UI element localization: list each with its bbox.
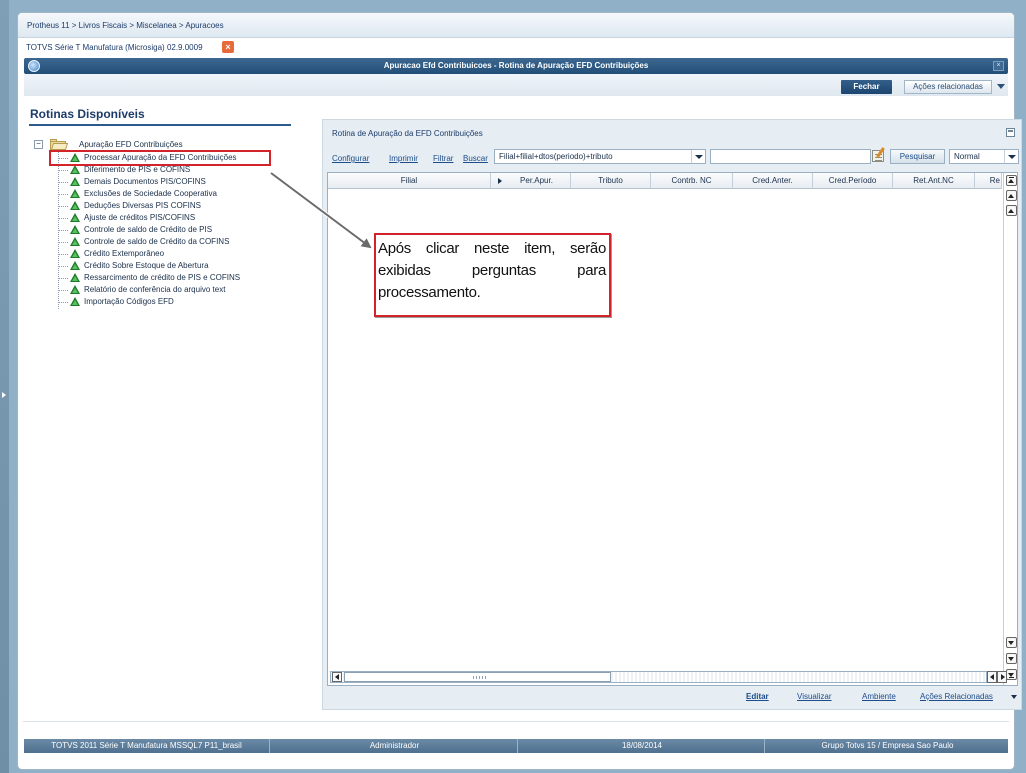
window-toolbar: Fechar Ações relacionadas xyxy=(24,74,1008,96)
breadcrumb[interactable]: Protheus 11 > Livros Fiscais > Miscelane… xyxy=(27,21,224,30)
grip-icon xyxy=(473,676,487,679)
tree-item-label[interactable]: Controle de saldo de Crédito da COFINS xyxy=(84,237,229,246)
routine-triangle-icon xyxy=(70,177,80,186)
tree-item-label[interactable]: Deduções Diversas PIS COFINS xyxy=(84,201,201,210)
scroll-page-down-icon[interactable] xyxy=(1006,653,1017,664)
pesquisar-button[interactable]: Pesquisar xyxy=(890,149,945,164)
breadcrumb-bar: Protheus 11 > Livros Fiscais > Miscelane… xyxy=(18,13,1014,38)
chevron-down-icon[interactable] xyxy=(691,150,705,163)
scroll-up-icon[interactable] xyxy=(1006,205,1017,216)
grid-header: Filial Per.Apur. Tributo Contrb. NC Cred… xyxy=(328,173,1002,189)
horizontal-scrollbar[interactable] xyxy=(330,671,987,683)
column-header-filial[interactable]: Filial xyxy=(328,173,491,189)
scroll-right-icon[interactable] xyxy=(997,671,1007,683)
status-user: Administrador xyxy=(272,739,518,753)
routine-triangle-icon xyxy=(70,297,80,306)
scroll-down-icon[interactable] xyxy=(1006,637,1017,648)
collapsed-side-panel[interactable] xyxy=(0,0,9,773)
routine-triangle-icon xyxy=(70,213,80,222)
routine-triangle-icon xyxy=(70,225,80,234)
mode-select[interactable]: Normal xyxy=(949,149,1019,164)
status-company: Grupo Totvs 15 / Empresa Sao Paulo xyxy=(821,741,954,750)
tree-root-label[interactable]: Apuração EFD Contribuições xyxy=(79,140,183,149)
routine-triangle-icon xyxy=(70,249,80,258)
tab-close-icon[interactable]: × xyxy=(222,41,234,53)
order-select-value: Filial+filial+dtos(periodo)+tributo xyxy=(499,152,613,161)
column-header-contrb-nc[interactable]: Contrb. NC xyxy=(651,173,733,189)
rotinas-panel-title: Rotinas Disponíveis xyxy=(30,107,145,121)
ambiente-link[interactable]: Ambiente xyxy=(862,692,896,701)
tree-item-label[interactable]: Importação Códigos EFD xyxy=(84,297,174,306)
callout-note: Após clicar neste item, serão exibidas p… xyxy=(374,233,611,317)
acoes-relacionadas-button[interactable]: Ações relacionadas xyxy=(904,80,992,94)
fechar-button[interactable]: Fechar xyxy=(841,80,892,94)
chevron-down-icon[interactable] xyxy=(1011,695,1017,699)
column-header-cred-anter[interactable]: Cred.Anter. xyxy=(733,173,813,189)
tree-item-label[interactable]: Controle de saldo de Crédito de PIS xyxy=(84,225,212,234)
scroll-left-icon[interactable] xyxy=(987,671,997,683)
window-close-icon[interactable]: × xyxy=(993,61,1004,71)
routine-triangle-icon xyxy=(70,285,80,294)
visualizar-link[interactable]: Visualizar xyxy=(797,692,832,701)
buscar-link[interactable]: Buscar xyxy=(463,154,488,163)
routine-triangle-icon xyxy=(70,189,80,198)
column-header-cred-periodo[interactable]: Cred.Período xyxy=(813,173,893,189)
title-underline xyxy=(29,124,291,126)
status-environment: TOTVS 2011 Série T Manufatura MSSQL7 P11… xyxy=(24,739,270,753)
routine-triangle-icon xyxy=(70,261,80,270)
column-header-ret-ant-nc[interactable]: Ret.Ant.NC xyxy=(893,173,975,189)
vertical-scrollbar[interactable] xyxy=(1003,173,1017,685)
collapse-icon[interactable]: − xyxy=(34,140,43,149)
divider xyxy=(23,721,1009,722)
tree-item-label[interactable]: Ajuste de créditos PIS/COFINS xyxy=(84,213,195,222)
status-bar: TOTVS 2011 Série T Manufatura MSSQL7 P11… xyxy=(24,739,1008,753)
column-header-re[interactable]: Re xyxy=(975,173,1002,189)
editar-link[interactable]: Editar xyxy=(746,692,769,701)
routine-triangle-icon xyxy=(70,273,80,282)
scroll-left-icon[interactable] xyxy=(332,672,342,682)
expand-arrow-icon[interactable] xyxy=(2,392,6,398)
acoes-relacionadas-link[interactable]: Ações Relacionadas xyxy=(920,692,993,701)
tree-item-label[interactable]: Exclusões de Sociedade Cooperativa xyxy=(84,189,217,198)
imprimir-link[interactable]: Imprimir xyxy=(389,154,418,163)
tree-item-label[interactable]: Ressarcimento de crédito de PIS e COFINS xyxy=(84,273,240,282)
tree-item-label[interactable]: Demais Documentos PIS/COFINS xyxy=(84,177,206,186)
rotina-panel-title: Rotina de Apuração da EFD Contribuições xyxy=(332,129,483,138)
rotina-panel: Rotina de Apuração da EFD Contribuições … xyxy=(322,119,1022,710)
tree-item-label[interactable]: Relatório de conferência do arquivo text xyxy=(84,285,225,294)
notepad-edit-icon[interactable] xyxy=(872,147,887,162)
tree-item-label[interactable]: Diferimento de PIS e COFINS xyxy=(84,165,190,174)
routine-triangle-icon xyxy=(70,165,80,174)
window-title: Apuracao Efd Contribuicoes - Rotina de A… xyxy=(383,61,649,70)
column-header-tributo[interactable]: Tributo xyxy=(571,173,651,189)
search-input[interactable] xyxy=(710,149,871,164)
tree-item-label[interactable]: Crédito Sobre Estoque de Abertura xyxy=(84,261,209,270)
chevron-down-icon[interactable] xyxy=(997,84,1005,89)
chevron-down-icon[interactable] xyxy=(1004,150,1018,163)
column-header-per-apur[interactable]: Per.Apur. xyxy=(491,173,571,189)
status-date: 18/08/2014 xyxy=(520,739,765,753)
panel-collapse-icon[interactable] xyxy=(1006,128,1015,137)
routine-triangle-icon xyxy=(70,201,80,210)
order-select[interactable]: Filial+filial+dtos(periodo)+tributo xyxy=(494,149,706,164)
configurar-link[interactable]: Configurar xyxy=(332,154,369,163)
horizontal-scroll-thumb[interactable] xyxy=(344,672,611,682)
scroll-page-up-icon[interactable] xyxy=(1006,190,1017,201)
mode-select-value: Normal xyxy=(954,152,980,161)
window-titlebar: Apuracao Efd Contribuicoes - Rotina de A… xyxy=(24,58,1008,74)
app-tab-label[interactable]: TOTVS Série T Manufatura (Microsiga) 02.… xyxy=(26,43,203,52)
routine-triangle-icon xyxy=(70,237,80,246)
main-frame: Protheus 11 > Livros Fiscais > Miscelane… xyxy=(17,12,1022,770)
tree-item-label[interactable]: Crédito Extemporâneo xyxy=(84,249,164,258)
highlight-box xyxy=(49,150,271,166)
scroll-top-icon[interactable] xyxy=(1006,175,1017,186)
filtrar-link[interactable]: Filtrar xyxy=(433,154,453,163)
folder-open-icon xyxy=(50,139,69,150)
rotinas-tree: − Apuração EFD Contribuições Processar A… xyxy=(34,138,294,338)
scroll-bottom-icon[interactable] xyxy=(1006,669,1017,680)
